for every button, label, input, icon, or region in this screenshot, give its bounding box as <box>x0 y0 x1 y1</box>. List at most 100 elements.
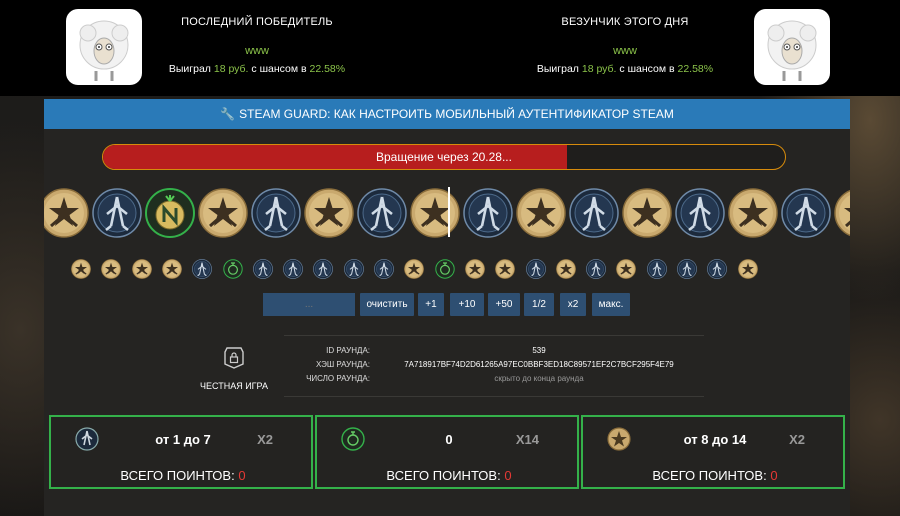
won-amount: 18 руб. <box>581 63 617 75</box>
bet-amount-input[interactable] <box>263 293 355 316</box>
history-t-icon <box>464 259 485 279</box>
t-coin-icon <box>44 188 89 238</box>
card-range: 0 <box>445 432 453 447</box>
history-t-icon <box>131 259 152 279</box>
steam-guard-banner[interactable]: 🔧 STEAM GUARD: КАК НАСТРОИТЬ МОБИЛЬНЫЙ АУ… <box>44 99 850 129</box>
history-bomb-icon <box>222 259 243 279</box>
round-info: ID РАУНДА: 539 ХЭШ РАУНДА: 7A718917BF74D2D… <box>284 335 704 397</box>
card-total: ВСЕГО ПОИНТОВ: 0 <box>583 468 847 483</box>
t-coin-icon <box>198 188 248 238</box>
t-coin-icon <box>304 188 354 238</box>
lucky-winner-title: ВЕЗУНЧИК ЭТОГО ДНЯ <box>561 16 689 28</box>
won-prefix: Выиграл <box>536 63 579 75</box>
t-coin-icon <box>516 188 566 238</box>
roulette-reel <box>44 185 850 241</box>
history-ct-icon <box>343 259 364 279</box>
last-winner-name[interactable]: www <box>142 45 372 57</box>
lucky-winner-name[interactable]: www <box>510 45 740 57</box>
total-label: ВСЕГО ПОИНТОВ: <box>652 468 767 483</box>
ct-coin-icon <box>463 188 513 238</box>
game-panel: 🔧 STEAM GUARD: КАК НАСТРОИТЬ МОБИЛЬНЫЙ АУ… <box>44 99 850 516</box>
history-ct-icon <box>192 259 213 279</box>
history-ct-icon <box>586 259 606 279</box>
round-hash-label: ХЭШ РАУНДА: <box>316 360 370 369</box>
total-value: 0 <box>504 468 512 483</box>
history-t-icon <box>616 259 637 279</box>
history-ct-icon <box>525 259 546 279</box>
wrench-icon: 🔧 <box>220 107 236 121</box>
t-coin-icon <box>728 188 778 238</box>
bet-card-bomb[interactable]: 0 X14 ВСЕГО ПОИНТОВ: 0 <box>315 415 579 489</box>
t-coin-icon <box>622 188 672 238</box>
total-value: 0 <box>238 468 246 483</box>
roll-progress: Вращение через 20.28... <box>102 144 786 170</box>
win-chance: 22.58% <box>309 63 346 75</box>
lucky-winner-text: ВЕЗУНЧИК ЭТОГО ДНЯ www Выиграл 18 руб. с… <box>510 16 740 75</box>
clear-button[interactable]: очистить <box>360 293 414 316</box>
bonus-coin-icon <box>145 188 195 238</box>
history-ct-icon <box>252 259 273 279</box>
round-number: скрыто до конца раунда <box>494 374 584 383</box>
history-t-icon <box>737 259 758 279</box>
ct-coin-icon <box>92 188 142 238</box>
last-winner-title: ПОСЛЕДНИЙ ПОБЕДИТЕЛЬ <box>181 16 333 28</box>
history-bomb-icon <box>434 259 455 279</box>
round-number-label: ЧИСЛО РАУНДА: <box>306 374 370 383</box>
roulette-marker <box>448 187 450 237</box>
total-label: ВСЕГО ПОИНТОВ: <box>386 468 501 483</box>
plus-10-button[interactable]: +10 <box>450 293 484 316</box>
lock-icon <box>224 347 244 369</box>
ct-coin-icon <box>251 188 301 238</box>
bet-card-t[interactable]: от 8 до 14 X2 ВСЕГО ПОИНТОВ: 0 <box>581 415 845 489</box>
bet-card-ct[interactable]: от 1 до 7 X2 ВСЕГО ПОИНТОВ: 0 <box>49 415 313 489</box>
half-button[interactable]: 1/2 <box>524 293 554 316</box>
history-ct-icon <box>646 259 667 279</box>
history-t-icon <box>555 259 576 279</box>
history-t-icon <box>161 259 182 279</box>
last-winner: ПОСЛЕДНИЙ ПОБЕДИТЕЛЬ www Выиграл 18 руб.… <box>0 0 400 96</box>
lucky-winner: ВЕЗУНЧИК ЭТОГО ДНЯ www Выиграл 18 руб. с… <box>500 0 900 96</box>
ct-coin-icon <box>675 188 725 238</box>
won-amount: 18 руб. <box>213 63 249 75</box>
fair-label: ЧЕСТНАЯ ИГРА <box>200 381 268 391</box>
lucky-winner-avatar[interactable] <box>754 9 830 85</box>
card-total: ВСЕГО ПОИНТОВ: 0 <box>51 468 315 483</box>
history-ct-icon <box>707 259 728 279</box>
chance-prefix: с шансом в <box>619 63 675 75</box>
card-multiplier: X14 <box>515 432 539 447</box>
bet-controls: очистить +1 +10 +50 1/2 x2 макс. <box>44 293 850 316</box>
history-ct-icon <box>313 259 334 279</box>
double-button[interactable]: x2 <box>560 293 586 316</box>
history-t-icon <box>495 259 516 279</box>
card-range: от 1 до 7 <box>155 432 211 447</box>
chance-prefix: с шансом в <box>251 63 307 75</box>
sheep-avatar-icon <box>767 20 817 81</box>
max-button[interactable]: макс. <box>592 293 630 316</box>
history-ct-icon <box>283 259 303 279</box>
win-chance: 22.58% <box>677 63 714 75</box>
round-id: 539 <box>532 346 546 355</box>
round-id-label: ID РАУНДА: <box>326 346 370 355</box>
card-multiplier: X2 <box>257 432 273 447</box>
ct-coin-icon <box>357 188 407 238</box>
card-range: от 8 до 14 <box>683 432 747 447</box>
history-ct-icon <box>374 259 394 279</box>
last-winner-avatar[interactable] <box>66 9 142 85</box>
won-prefix: Выиграл <box>168 63 211 75</box>
last-winner-info: Выиграл 18 руб. с шансом в 22.58% <box>142 63 372 75</box>
plus-50-button[interactable]: +50 <box>488 293 520 316</box>
last-winner-text: ПОСЛЕДНИЙ ПОБЕДИТЕЛЬ www Выиграл 18 руб.… <box>142 16 372 75</box>
total-label: ВСЕГО ПОИНТОВ: <box>120 468 235 483</box>
roll-timer-label: Вращение через 20.28... <box>376 150 512 164</box>
card-multiplier: X2 <box>789 432 805 447</box>
provably-fair[interactable]: ЧЕСТНАЯ ИГРА <box>194 347 274 391</box>
history-t-icon <box>404 259 425 279</box>
card-total: ВСЕГО ПОИНТОВ: 0 <box>317 468 581 483</box>
lucky-winner-info: Выиграл 18 руб. с шансом в 22.58% <box>510 63 740 75</box>
history-t-icon <box>71 259 91 279</box>
history-ct-icon <box>677 259 697 279</box>
ct-coin-icon <box>781 188 831 238</box>
history-t-icon <box>101 259 122 279</box>
t-coin-icon <box>410 188 460 238</box>
plus-1-button[interactable]: +1 <box>418 293 444 316</box>
